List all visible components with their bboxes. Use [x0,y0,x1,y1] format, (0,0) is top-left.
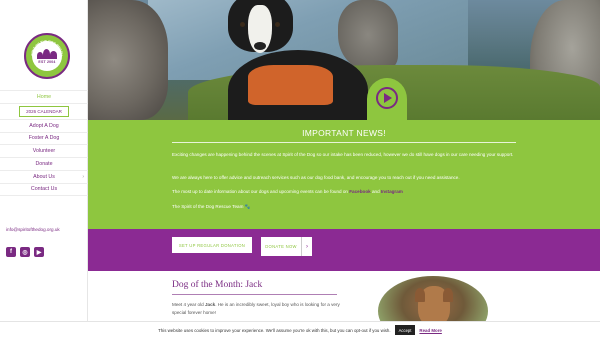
sidebar: SPIRIT OF THE DOG RESCUE CHARITY NO. 112… [0,0,88,338]
play-icon [384,93,392,103]
dotm-dog-ear [443,288,453,302]
dotm-dog-name: Jack [204,302,216,307]
site-logo[interactable]: SPIRIT OF THE DOG RESCUE CHARITY NO. 112… [24,33,70,79]
news-section: IMPORTANT NEWS! Exciting changes are hap… [88,120,600,229]
nav-calendar-button[interactable]: 2026 CALENDAR [19,105,69,117]
video-badge [367,78,407,120]
cookie-text: This website uses cookies to improve you… [158,327,391,333]
dotm-text-pre: Meet 4 year old [172,302,205,307]
news-title: IMPORTANT NEWS! [302,128,386,138]
news-paragraph-3-text: The most up to date information about ou… [172,189,350,194]
youtube-icon[interactable]: ▶ [34,247,44,257]
donation-section: SET UP REGULAR DONATION DONATE NOW › [88,229,600,271]
cookie-accept-button[interactable]: Accept [394,325,416,335]
news-paragraph-1: Exciting changes are happening behind th… [172,152,514,157]
regular-donation-button[interactable]: SET UP REGULAR DONATION [172,237,252,253]
instagram-icon[interactable]: ◎ [20,247,30,257]
news-paragraph-3: The most up to date information about ou… [172,188,522,196]
nav-adopt[interactable]: Adopt A Dog [0,118,88,132]
facebook-link[interactable]: Facebook [349,189,370,194]
dotm-title: Dog of the Month: Jack [172,280,263,290]
dotm-dog-ear [415,288,425,302]
nav-contact[interactable]: Contact Us [0,182,88,196]
news-divider [172,142,516,143]
nav-foster[interactable]: Foster A Dog [0,131,88,145]
dogs-silhouette-icon [36,48,58,59]
nav-volunteer[interactable]: Volunteer [0,144,88,157]
cookie-bar: This website uses cookies to improve you… [0,321,600,338]
hero-dog-nose [254,42,266,50]
dotm-dog-head [415,286,453,326]
donate-arrow-icon[interactable]: › [301,237,312,256]
svg-text:CHARITY NO. 1128051: CHARITY NO. 1128051 [35,61,60,71]
facebook-icon[interactable]: f [6,247,16,257]
play-button[interactable] [376,87,398,109]
cookie-read-more-link[interactable]: Read More [419,328,441,333]
nav-calendar-wrap: 2026 CALENDAR [0,102,88,119]
hero-dog-eye [240,22,245,27]
chevron-right-icon: › [82,173,84,180]
instagram-link[interactable]: Instagram [381,189,403,194]
main-nav: Home 2026 CALENDAR Adopt A Dog Foster A … [0,90,88,196]
news-paragraph-2: We are always here to offer advice and o… [172,175,460,180]
nav-about-label: About Us [33,173,55,180]
nav-about[interactable]: About Us › [0,169,88,183]
news-signoff: The Spirit of the Dog Rescue Team 🐾 [172,204,251,209]
dotm-text: Meet 4 year old Jack. He is an incredibl… [172,301,347,317]
nav-donate[interactable]: Donate [0,157,88,170]
hero-dog-eye [275,22,280,27]
nav-home[interactable]: Home [0,90,88,103]
hero-rock-left [88,0,168,120]
email-link[interactable]: info@spiritofthedog.org.uk [6,227,60,232]
hero-dog-harness [248,65,333,105]
hero-rock-middle [338,0,398,70]
news-and-text: and [370,189,381,194]
dotm-divider [172,294,337,295]
hero-image [88,0,600,120]
donate-now-button[interactable]: DONATE NOW [261,237,301,256]
social-links: f ◎ ▶ [6,247,44,257]
